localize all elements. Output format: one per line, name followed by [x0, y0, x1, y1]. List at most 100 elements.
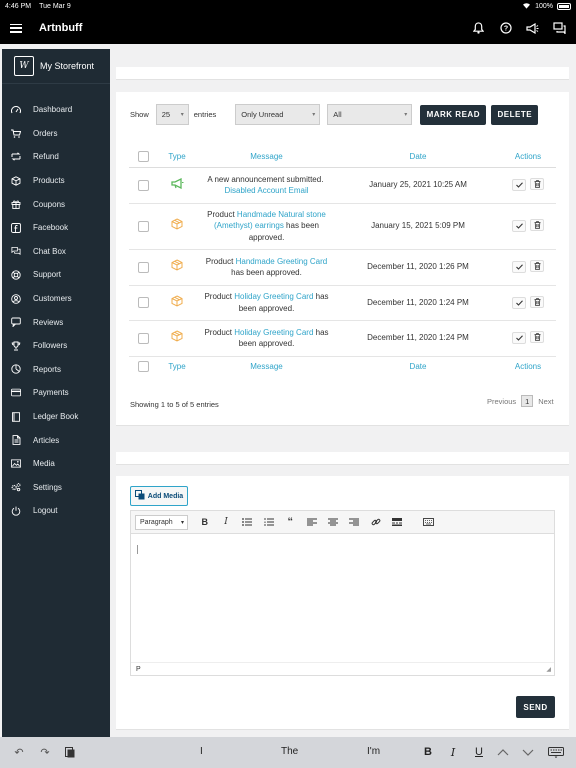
sidebar-item-dashboard[interactable]: Dashboard — [2, 98, 110, 122]
row-checkbox[interactable] — [137, 261, 149, 273]
megaphone-icon[interactable] — [526, 22, 539, 35]
redo-icon[interactable]: ↷ — [38, 745, 52, 759]
trash-icon[interactable] — [530, 219, 544, 232]
sidebar-item-followers[interactable]: Followers — [2, 334, 110, 358]
suggestion-1[interactable]: I — [200, 746, 203, 757]
send-button[interactable]: SEND — [516, 696, 555, 718]
mark-read-icon[interactable] — [512, 261, 526, 274]
sidebar-item-label: Settings — [33, 482, 62, 492]
suggestion-2[interactable]: The — [281, 746, 298, 757]
type-filter-select[interactable]: All ▾ — [327, 104, 413, 125]
footer-message[interactable]: Message — [197, 355, 336, 377]
sidebar-item-articles[interactable]: Articles — [2, 428, 110, 452]
add-media-button[interactable]: Add Media — [130, 486, 188, 506]
read-filter-select[interactable]: Only Unread ▾ — [235, 104, 321, 125]
kb-bold-button[interactable]: B — [421, 745, 435, 759]
previous-link[interactable]: Previous — [487, 397, 516, 406]
sidebar-item-ledger-book[interactable]: Ledger Book — [2, 405, 110, 429]
sidebar-item-customers[interactable]: Customers — [2, 287, 110, 311]
delete-button[interactable]: DELETE — [491, 104, 539, 125]
paste-icon[interactable] — [63, 745, 77, 759]
chevron-down-icon: ▾ — [180, 112, 184, 118]
header-date[interactable]: Date — [336, 146, 500, 168]
suggestion-3[interactable]: I'm — [367, 746, 380, 757]
footer-date[interactable]: Date — [336, 355, 500, 377]
table-row[interactable]: Product Holiday Greeting Card has been a… — [129, 285, 556, 321]
resize-handle-icon[interactable]: ◢ — [546, 666, 551, 673]
blockquote-icon[interactable]: “ — [280, 515, 301, 530]
table-row[interactable]: Product Handmade Greeting Card has been … — [129, 249, 556, 286]
header-type[interactable]: Type — [157, 146, 197, 168]
chevron-up-icon[interactable] — [496, 745, 510, 759]
trash-icon[interactable] — [530, 331, 544, 344]
toolbar-toggle-icon[interactable] — [418, 515, 439, 530]
trash-icon[interactable] — [530, 260, 544, 273]
sidebar-item-label: Articles — [33, 435, 60, 445]
mark-read-icon[interactable] — [512, 296, 526, 309]
numbered-list-icon[interactable] — [258, 515, 279, 530]
align-left-icon[interactable] — [301, 515, 322, 530]
sidebar-item-reviews[interactable]: Reviews — [2, 310, 110, 334]
message-link[interactable]: Handmade Greeting Card — [236, 257, 328, 266]
mark-read-button[interactable]: MARK READ — [420, 104, 487, 125]
mark-read-icon[interactable] — [512, 220, 526, 233]
format-select[interactable]: Paragraph ▾ — [135, 514, 188, 530]
italic-icon[interactable]: I — [215, 515, 236, 530]
sidebar-item-logout[interactable]: Logout — [2, 499, 110, 523]
sidebar-item-reports[interactable]: Reports — [2, 358, 110, 382]
mark-read-icon[interactable] — [512, 179, 526, 192]
sidebar-item-label: Reviews — [33, 317, 64, 327]
select-all-checkbox[interactable] — [137, 150, 149, 162]
sidebar-item-coupons[interactable]: Coupons — [2, 192, 110, 216]
box-icon — [171, 330, 183, 344]
sidebar-item-chat-box[interactable]: Chat Box — [2, 240, 110, 264]
pagination: Previous 1 Next — [487, 395, 554, 407]
sidebar-item-payments[interactable]: Payments — [2, 381, 110, 405]
page-1-button[interactable]: 1 — [521, 395, 534, 407]
undo-icon[interactable]: ↶ — [12, 745, 26, 759]
sidebar-item-media[interactable]: Media — [2, 452, 110, 476]
table-row[interactable]: Product Handmade Natural stone (Amethyst… — [129, 203, 556, 250]
message-link[interactable]: Holiday Greeting Card — [234, 292, 313, 301]
sidebar-item-support[interactable]: Support — [2, 263, 110, 287]
bullet-list-icon[interactable] — [237, 515, 258, 530]
message-link[interactable]: Holiday Greeting Card — [234, 328, 313, 337]
table-row[interactable]: Product Holiday Greeting Card has been a… — [129, 320, 556, 357]
read-more-icon[interactable] — [387, 515, 408, 530]
bell-icon[interactable] — [472, 22, 485, 35]
kb-italic-button[interactable]: I — [446, 745, 460, 759]
align-center-icon[interactable] — [322, 515, 343, 530]
trash-icon[interactable] — [530, 295, 544, 308]
row-checkbox[interactable] — [137, 179, 149, 191]
row-checkbox[interactable] — [137, 220, 149, 232]
next-link[interactable]: Next — [538, 397, 553, 406]
select-all-footer-checkbox[interactable] — [137, 361, 149, 373]
trash-icon[interactable] — [530, 178, 544, 191]
sidebar-item-orders[interactable]: Orders — [2, 122, 110, 146]
footer-type[interactable]: Type — [157, 355, 197, 377]
link-icon[interactable] — [365, 515, 386, 530]
editor-content-area[interactable] — [131, 535, 554, 663]
type-filter-value: All — [333, 110, 342, 119]
messages-icon[interactable] — [553, 22, 566, 35]
row-checkbox[interactable] — [137, 332, 149, 344]
message-link[interactable]: Disabled Account Email — [224, 186, 308, 195]
header-message[interactable]: Message — [197, 146, 336, 168]
entries-select[interactable]: 25 ▾ — [155, 104, 189, 125]
store-header[interactable]: W My Storefront — [2, 49, 110, 84]
row-checkbox[interactable] — [137, 297, 149, 309]
hamburger-menu-icon[interactable] — [10, 23, 22, 33]
message-editor: Paragraph ▾ B I “ p ◢ — [130, 510, 555, 676]
sidebar-item-facebook[interactable]: Facebook — [2, 216, 110, 240]
kb-underline-button[interactable]: U — [472, 745, 486, 759]
table-row[interactable]: A new announcement submitted. Disabled A… — [129, 167, 556, 204]
help-icon[interactable]: ? — [499, 22, 512, 35]
keyboard-hide-icon[interactable] — [547, 745, 565, 759]
bold-icon[interactable]: B — [194, 515, 215, 530]
mark-read-icon[interactable] — [512, 332, 526, 345]
sidebar-item-refund[interactable]: Refund — [2, 145, 110, 169]
chevron-down-icon[interactable] — [521, 745, 535, 759]
align-right-icon[interactable] — [344, 515, 365, 530]
sidebar-item-settings[interactable]: Settings — [2, 476, 110, 500]
sidebar-item-products[interactable]: Products — [2, 169, 110, 193]
